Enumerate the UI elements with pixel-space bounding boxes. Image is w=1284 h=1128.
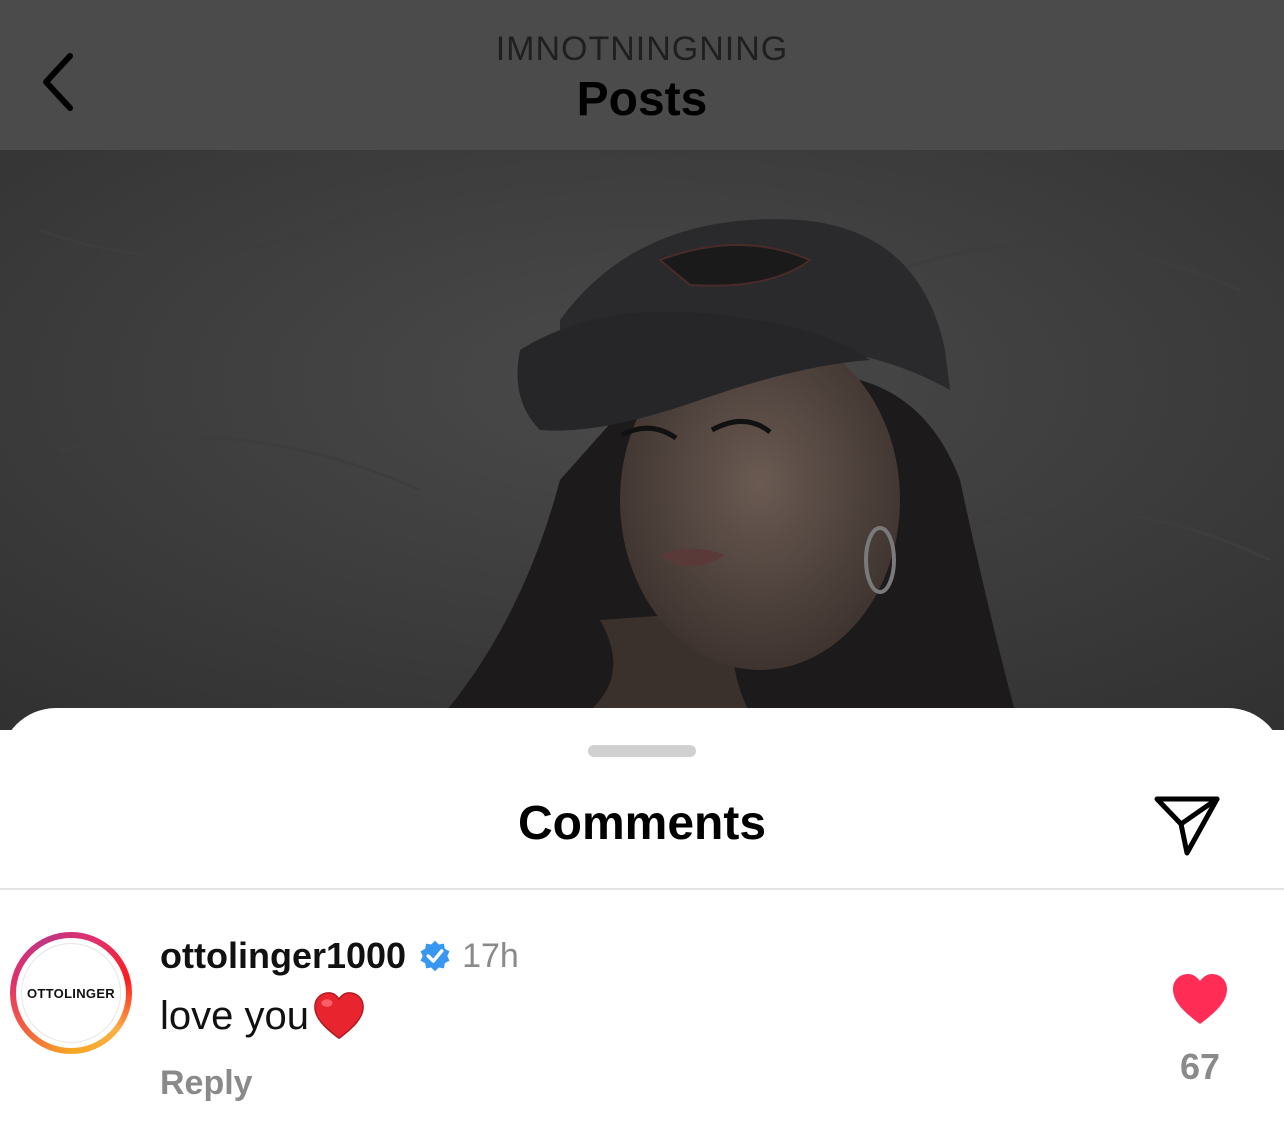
share-button[interactable] [1150,788,1224,864]
profile-username: IMNOTNINGNING [495,30,789,68]
verified-badge-icon [420,940,450,972]
reply-button[interactable]: Reply [160,1064,253,1103]
comments-title: Comments [517,797,767,850]
comments-sheet: Comments OTTOLINGER ottolinger1000 17h l… [0,708,1284,1128]
like-heart-icon[interactable] [1170,972,1230,1026]
post-photo-illustration [0,150,1284,730]
comment-body: love you [160,993,309,1038]
divider [0,888,1284,890]
page-title: Posts [576,73,708,126]
post-image[interactable] [0,150,1284,730]
top-navigation-bar: IMNOTNINGNING Posts [0,0,1284,150]
comment-text: love you [160,990,367,1042]
comment-timestamp: 17h [462,936,519,975]
sheet-grabber-handle[interactable] [588,745,696,757]
like-count: 67 [1179,1046,1221,1087]
comment-header: ottolinger1000 17h [160,934,519,978]
red-heart-emoji-icon [314,992,364,1040]
avatar-logo: OTTOLINGER [21,943,121,1043]
avatar[interactable]: OTTOLINGER [10,932,132,1054]
avatar-ring-inner: OTTOLINGER [16,938,126,1048]
comment-username[interactable]: ottolinger1000 [160,935,406,977]
paper-plane-icon [1154,796,1220,856]
